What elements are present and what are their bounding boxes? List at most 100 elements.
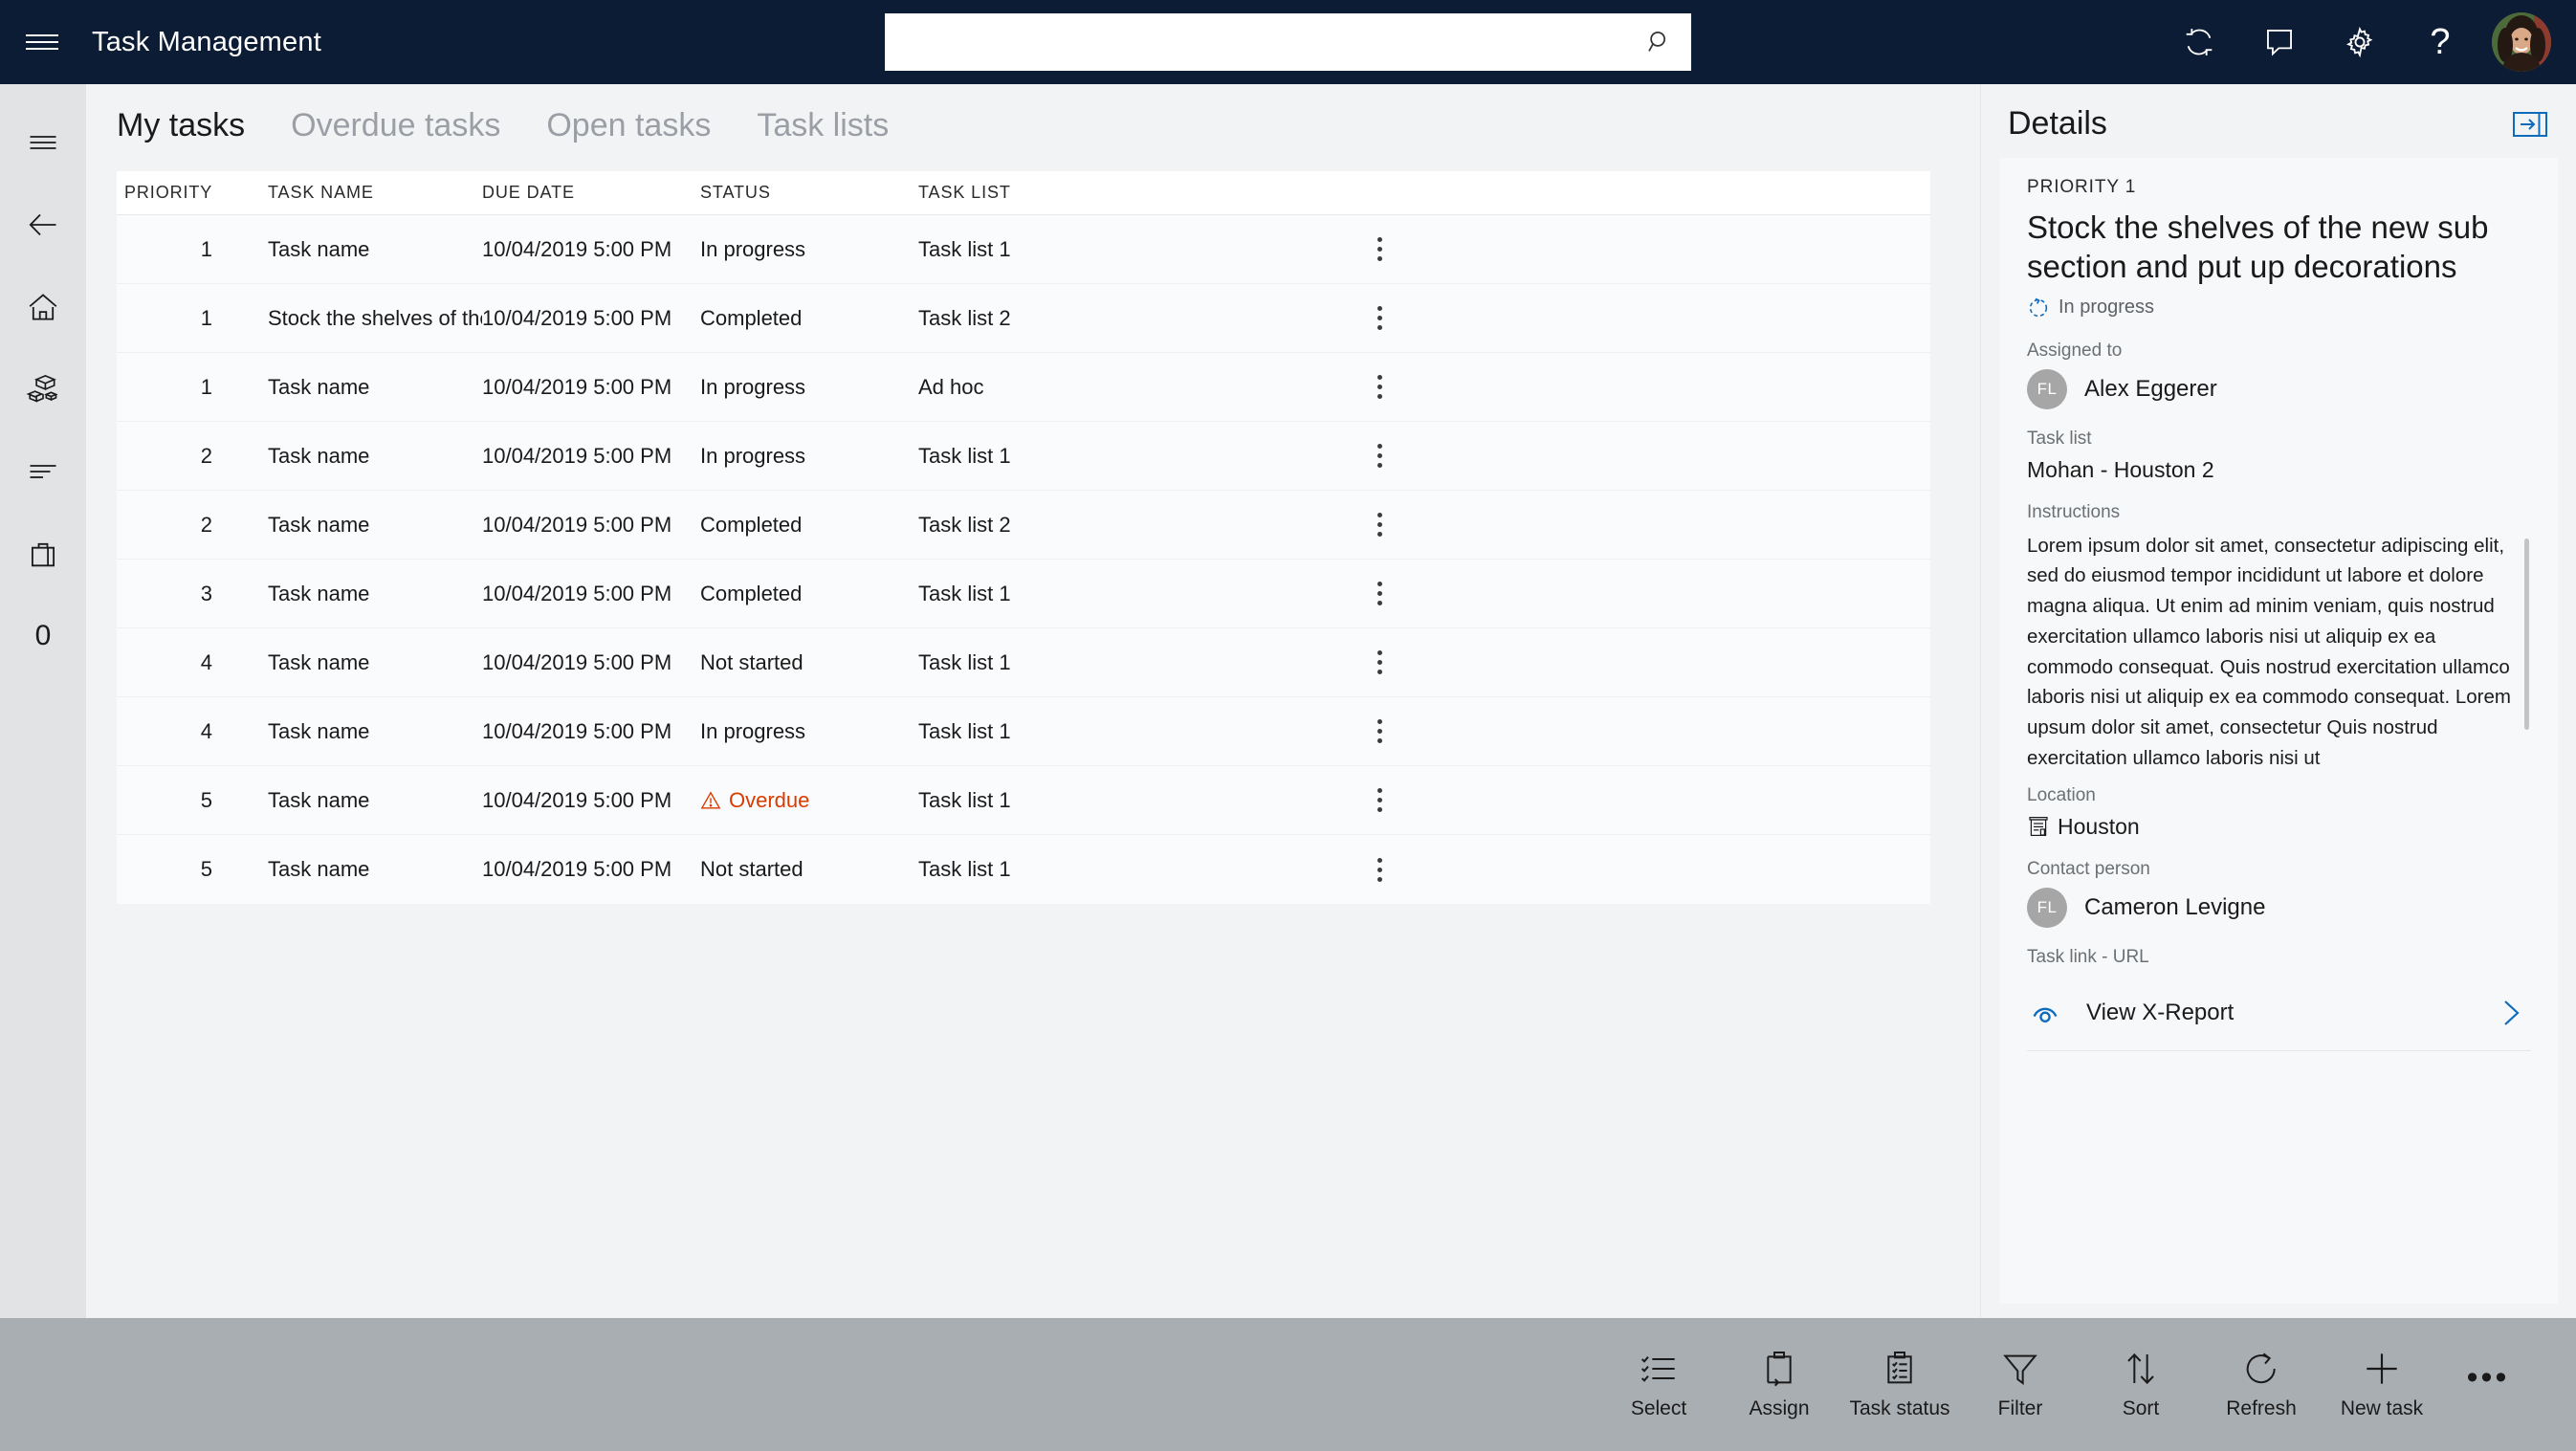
filter-button[interactable]: Filter (1960, 1318, 2081, 1451)
hamburger-menu-icon[interactable] (0, 0, 84, 84)
task-link-row[interactable]: View X-Report (2027, 976, 2531, 1051)
table-row[interactable]: 3 Task name 10/04/2019 5:00 PM Completed Tas… (117, 560, 1930, 628)
collapse-panel-icon[interactable] (2513, 111, 2547, 138)
details-contact-section: Contact person FL Cameron Levigne (2027, 859, 2531, 928)
table-row[interactable]: 2 Task name 10/04/2019 5:00 PM Completed Tas… (117, 491, 1930, 560)
cell-actions (1205, 645, 1930, 680)
cell-task-name: Task name (268, 857, 370, 881)
new-task-label: New task (2340, 1396, 2424, 1419)
cell-actions (1205, 438, 1930, 473)
tab-task-lists[interactable]: Task lists (757, 107, 889, 150)
rail-list-icon[interactable] (0, 430, 86, 513)
cell-task-list: Task list 1 (918, 443, 1011, 468)
task-grid-body: 1 Task name 10/04/2019 5:00 PM In progress T… (117, 215, 1930, 904)
table-row[interactable]: 1 Stock the shelves of the new sub sectio… (117, 284, 1930, 353)
cell-task-list: Task list 1 (918, 649, 1011, 674)
details-task-title: Stock the shelves of the new sub section… (2027, 209, 2489, 285)
sort-button[interactable]: Sort (2081, 1318, 2201, 1451)
rail-products-icon[interactable] (0, 348, 86, 430)
cell-status: Completed (700, 306, 918, 331)
row-menu-icon[interactable] (1372, 714, 1388, 749)
column-header-status[interactable]: STATUS (700, 183, 918, 203)
table-row[interactable]: 5 Task name 10/04/2019 5:00 PM Overdue Task … (117, 766, 1930, 835)
assigned-to-name: Alex Eggerer (2084, 375, 2217, 402)
cell-actions (1205, 714, 1930, 749)
row-menu-icon[interactable] (1372, 231, 1388, 267)
rail-home-icon[interactable] (0, 266, 86, 348)
cell-priority: 5 (200, 787, 212, 812)
details-task-list-label: Task list (2027, 428, 2092, 449)
topnav-actions: ? (2159, 0, 2551, 84)
details-instructions-box[interactable]: Lorem ipsum dolor sit amet, consectetur … (2027, 531, 2531, 766)
row-menu-icon[interactable] (1372, 369, 1388, 405)
tab-open-tasks[interactable]: Open tasks (546, 107, 711, 150)
tab-overdue-tasks[interactable]: Overdue tasks (291, 107, 500, 150)
settings-gear-icon[interactable] (2320, 0, 2400, 84)
warning-icon (700, 790, 721, 808)
details-task-list-section: Task list Mohan - Houston 2 (2027, 429, 2531, 483)
column-header-priority[interactable]: PRIORITY (124, 183, 212, 203)
rail-back-arrow-icon[interactable] (0, 184, 86, 266)
search-input[interactable] (904, 13, 1645, 71)
status-text: In progress (700, 443, 806, 468)
row-menu-icon[interactable] (1372, 645, 1388, 680)
cell-task-list: Ad hoc (918, 374, 984, 399)
row-menu-icon[interactable] (1372, 507, 1388, 542)
cell-priority: 1 (200, 236, 212, 261)
table-row[interactable]: 1 Task name 10/04/2019 5:00 PM In progress A… (117, 353, 1930, 422)
cell-priority: 2 (200, 512, 212, 537)
app-title: Task Management (92, 26, 321, 57)
details-assigned-to-label: Assigned to (2027, 340, 2123, 361)
cell-due-date: 10/04/2019 5:00 PM (482, 581, 672, 605)
details-task-link-label: Task link - URL (2027, 946, 2149, 967)
row-menu-icon[interactable] (1372, 782, 1388, 818)
overflow-menu-icon[interactable]: ••• (2442, 1318, 2534, 1451)
cell-actions (1205, 507, 1930, 542)
rail-count[interactable]: 0 (0, 595, 86, 677)
details-location-label: Location (2027, 784, 2096, 805)
instructions-scrollbar[interactable] (2524, 538, 2529, 730)
user-avatar[interactable] (2492, 12, 2551, 72)
column-header-task-list[interactable]: TASK LIST (918, 183, 1205, 203)
new-task-button[interactable]: New task (2322, 1318, 2442, 1451)
cell-priority: 1 (200, 374, 212, 399)
feedback-icon[interactable] (2239, 0, 2320, 84)
chevron-right-icon[interactable] (2499, 997, 2523, 1029)
column-header-task-name[interactable]: TASK NAME (212, 183, 482, 203)
row-menu-icon[interactable] (1372, 576, 1388, 611)
rail-bag-icon[interactable] (0, 513, 86, 595)
cell-task-list: Task list 1 (918, 581, 1011, 605)
cell-task-name: Task name (268, 374, 370, 399)
assign-button[interactable]: Assign (1719, 1318, 1839, 1451)
table-row[interactable]: 1 Task name 10/04/2019 5:00 PM In progress T… (117, 215, 1930, 284)
table-row[interactable]: 4 Task name 10/04/2019 5:00 PM In progress T… (117, 697, 1930, 766)
cell-task-name: Task name (268, 236, 370, 261)
cell-task-name: Task name (268, 581, 370, 605)
task-status-button[interactable]: Task status (1839, 1318, 1960, 1451)
row-menu-icon[interactable] (1372, 852, 1388, 888)
cell-priority: 2 (200, 443, 212, 468)
help-icon[interactable]: ? (2400, 0, 2480, 84)
cell-status: In progress (700, 375, 918, 400)
details-assigned-to-person[interactable]: FL Alex Eggerer (2027, 368, 2531, 409)
refresh-button[interactable]: Refresh (2201, 1318, 2322, 1451)
table-row[interactable]: 2 Task name 10/04/2019 5:00 PM In progress T… (117, 422, 1930, 491)
table-row[interactable]: 4 Task name 10/04/2019 5:00 PM Not started T… (117, 628, 1930, 697)
details-contact-person[interactable]: FL Cameron Levigne (2027, 887, 2531, 928)
column-header-due-date[interactable]: DUE DATE (482, 183, 700, 203)
table-row[interactable]: 5 Task name 10/04/2019 5:00 PM Not started T… (117, 835, 1930, 904)
cell-due-date: 10/04/2019 5:00 PM (482, 374, 672, 399)
top-navigation-bar: Task Management ? (0, 0, 2576, 84)
row-menu-icon[interactable] (1372, 438, 1388, 473)
tab-my-tasks[interactable]: My tasks (117, 107, 245, 150)
cell-status: Overdue (700, 788, 918, 813)
details-assigned-to-section: Assigned to FL Alex Eggerer (2027, 341, 2531, 409)
search-icon[interactable] (1645, 28, 1674, 56)
select-button[interactable]: Select (1598, 1318, 1719, 1451)
row-menu-icon[interactable] (1372, 300, 1388, 336)
search-box[interactable] (885, 13, 1691, 71)
rail-hamburger-icon[interactable] (0, 101, 86, 184)
refresh-icon[interactable] (2159, 0, 2239, 84)
status-text: In progress (700, 236, 806, 261)
plus-icon (2367, 1352, 2397, 1384)
